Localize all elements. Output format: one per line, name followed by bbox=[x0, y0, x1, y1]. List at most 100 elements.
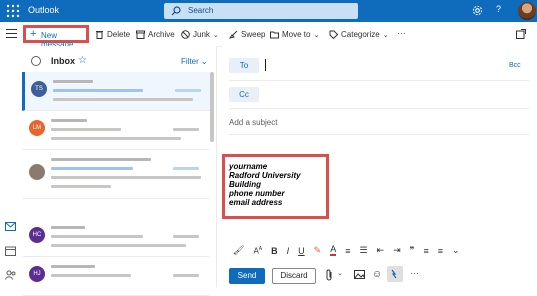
more-options-icon[interactable]: ··· bbox=[410, 268, 419, 278]
list-item[interactable] bbox=[23, 150, 209, 199]
blurred-text bbox=[51, 235, 143, 238]
blurred-text bbox=[51, 167, 133, 170]
search-icon bbox=[171, 6, 181, 16]
cc-button[interactable]: Cc bbox=[229, 87, 259, 102]
list-item[interactable]: LM bbox=[23, 111, 209, 150]
font-size-icon[interactable]: AA bbox=[253, 246, 262, 256]
categorize-button[interactable]: Categorize ⌄ bbox=[329, 30, 389, 39]
folder-title: Inbox bbox=[51, 56, 75, 66]
divider bbox=[229, 80, 529, 81]
tag-icon bbox=[329, 30, 338, 39]
select-all-checkbox[interactable] bbox=[31, 56, 41, 66]
delete-label: Delete bbox=[107, 30, 131, 39]
send-button[interactable]: Send bbox=[229, 268, 265, 284]
signature-line: Building bbox=[229, 180, 261, 189]
font-color-icon[interactable]: A bbox=[330, 245, 337, 256]
archive-label: Archive bbox=[148, 30, 175, 39]
folder-move-icon bbox=[270, 30, 279, 39]
popout-icon[interactable] bbox=[516, 29, 526, 39]
discard-button[interactable]: Discard bbox=[272, 268, 316, 284]
align-left-icon[interactable]: ≡ bbox=[423, 246, 428, 256]
categorize-label: Categorize bbox=[341, 30, 380, 39]
new-message-button[interactable]: + New message bbox=[23, 25, 89, 49]
signature-line: yourname bbox=[229, 162, 268, 171]
italic-icon[interactable]: I bbox=[287, 246, 290, 256]
star-icon[interactable]: ☆ bbox=[78, 55, 87, 66]
blurred-text bbox=[51, 128, 121, 131]
chevron-down-icon: ⌄ bbox=[212, 31, 219, 39]
attach-icon[interactable] bbox=[325, 269, 334, 281]
blurred-text bbox=[175, 89, 201, 92]
sender-avatar: HJ bbox=[29, 266, 45, 282]
bold-icon[interactable]: B bbox=[271, 246, 278, 256]
align-center-icon[interactable]: ≡ bbox=[438, 246, 443, 256]
increase-indent-icon[interactable]: ⇥ bbox=[393, 245, 401, 256]
hamburger-menu-icon[interactable] bbox=[6, 29, 17, 38]
signature-block[interactable]: yourname Radford University Building pho… bbox=[222, 154, 329, 219]
help-icon[interactable]: ? bbox=[496, 4, 501, 14]
formatting-toolbar: 🖌 AA B I U ✎ A ≡ ☰ ⇤ ⇥ ❞ ≡ ≡ ⌄ bbox=[233, 245, 460, 256]
bcc-button[interactable]: Bcc bbox=[509, 62, 521, 69]
blurred-text bbox=[173, 235, 199, 238]
list-item[interactable]: HC bbox=[23, 218, 209, 257]
sender-avatar bbox=[29, 164, 45, 180]
divider bbox=[229, 134, 529, 135]
highlight-icon[interactable]: ✎ bbox=[314, 245, 322, 256]
blurred-text bbox=[51, 185, 111, 188]
blurred-text bbox=[173, 128, 199, 131]
junk-button[interactable]: Junk ⌄ bbox=[181, 30, 219, 39]
filter-button[interactable]: Filter ⌄ bbox=[181, 57, 208, 66]
list-scrollbar[interactable] bbox=[210, 72, 214, 142]
format-painter-icon[interactable]: 🖌 bbox=[233, 245, 244, 256]
chevron-down-icon: ⌄ bbox=[313, 31, 320, 39]
plus-icon: + bbox=[30, 28, 37, 40]
bullets-icon[interactable]: ≡ bbox=[345, 246, 350, 256]
blurred-text bbox=[51, 226, 85, 229]
subject-field[interactable]: Add a subject bbox=[229, 118, 277, 127]
blurred-text bbox=[51, 244, 186, 247]
emoji-icon[interactable]: ☺ bbox=[372, 269, 382, 280]
blurred-text bbox=[51, 119, 87, 122]
chevron-down-icon[interactable]: ⌄ bbox=[337, 269, 343, 277]
sender-avatar: TS bbox=[31, 81, 47, 97]
to-button[interactable]: To bbox=[229, 58, 259, 73]
move-to-button[interactable]: Move to ⌄ bbox=[270, 30, 319, 39]
signature-line: phone number bbox=[229, 189, 285, 198]
app-title[interactable]: Outlook bbox=[28, 5, 59, 15]
underline-icon[interactable]: U bbox=[298, 246, 305, 256]
divider bbox=[229, 108, 529, 109]
blurred-text bbox=[51, 176, 201, 179]
decrease-indent-icon[interactable]: ⇤ bbox=[377, 245, 385, 256]
sweep-button[interactable]: Sweep bbox=[229, 30, 265, 39]
calendar-icon[interactable] bbox=[5, 246, 16, 256]
app-launcher-icon[interactable] bbox=[6, 4, 20, 18]
move-to-label: Move to bbox=[282, 30, 311, 39]
delete-button[interactable]: Delete bbox=[95, 30, 130, 39]
more-format-icon[interactable]: ⌄ bbox=[452, 245, 460, 256]
sender-avatar: LM bbox=[29, 120, 45, 136]
image-icon[interactable] bbox=[354, 270, 365, 279]
sweep-label: Sweep bbox=[241, 30, 266, 39]
junk-label: Junk bbox=[193, 30, 210, 39]
search-box[interactable]: Search bbox=[164, 3, 358, 19]
list-item[interactable]: TS bbox=[22, 72, 211, 111]
people-icon[interactable] bbox=[5, 270, 16, 280]
signature-line: email address bbox=[229, 198, 283, 207]
numbering-icon[interactable]: ☰ bbox=[359, 245, 367, 256]
blurred-text bbox=[53, 98, 193, 101]
blurred-text bbox=[51, 265, 95, 268]
trash-icon bbox=[95, 30, 104, 39]
archive-button[interactable]: Archive bbox=[136, 30, 175, 39]
more-options-icon[interactable]: ··· bbox=[397, 28, 406, 38]
gear-icon[interactable] bbox=[472, 5, 483, 16]
list-item[interactable]: HJ bbox=[23, 257, 209, 296]
blurred-text bbox=[173, 274, 199, 277]
editor-icon[interactable] bbox=[387, 266, 403, 282]
mail-icon[interactable] bbox=[5, 222, 16, 231]
block-icon bbox=[181, 30, 190, 39]
user-avatar[interactable] bbox=[518, 2, 536, 20]
filter-label: Filter bbox=[181, 57, 199, 66]
chevron-down-icon: ⌄ bbox=[382, 31, 389, 39]
quote-icon[interactable]: ❞ bbox=[410, 245, 415, 256]
text-cursor bbox=[265, 59, 266, 71]
